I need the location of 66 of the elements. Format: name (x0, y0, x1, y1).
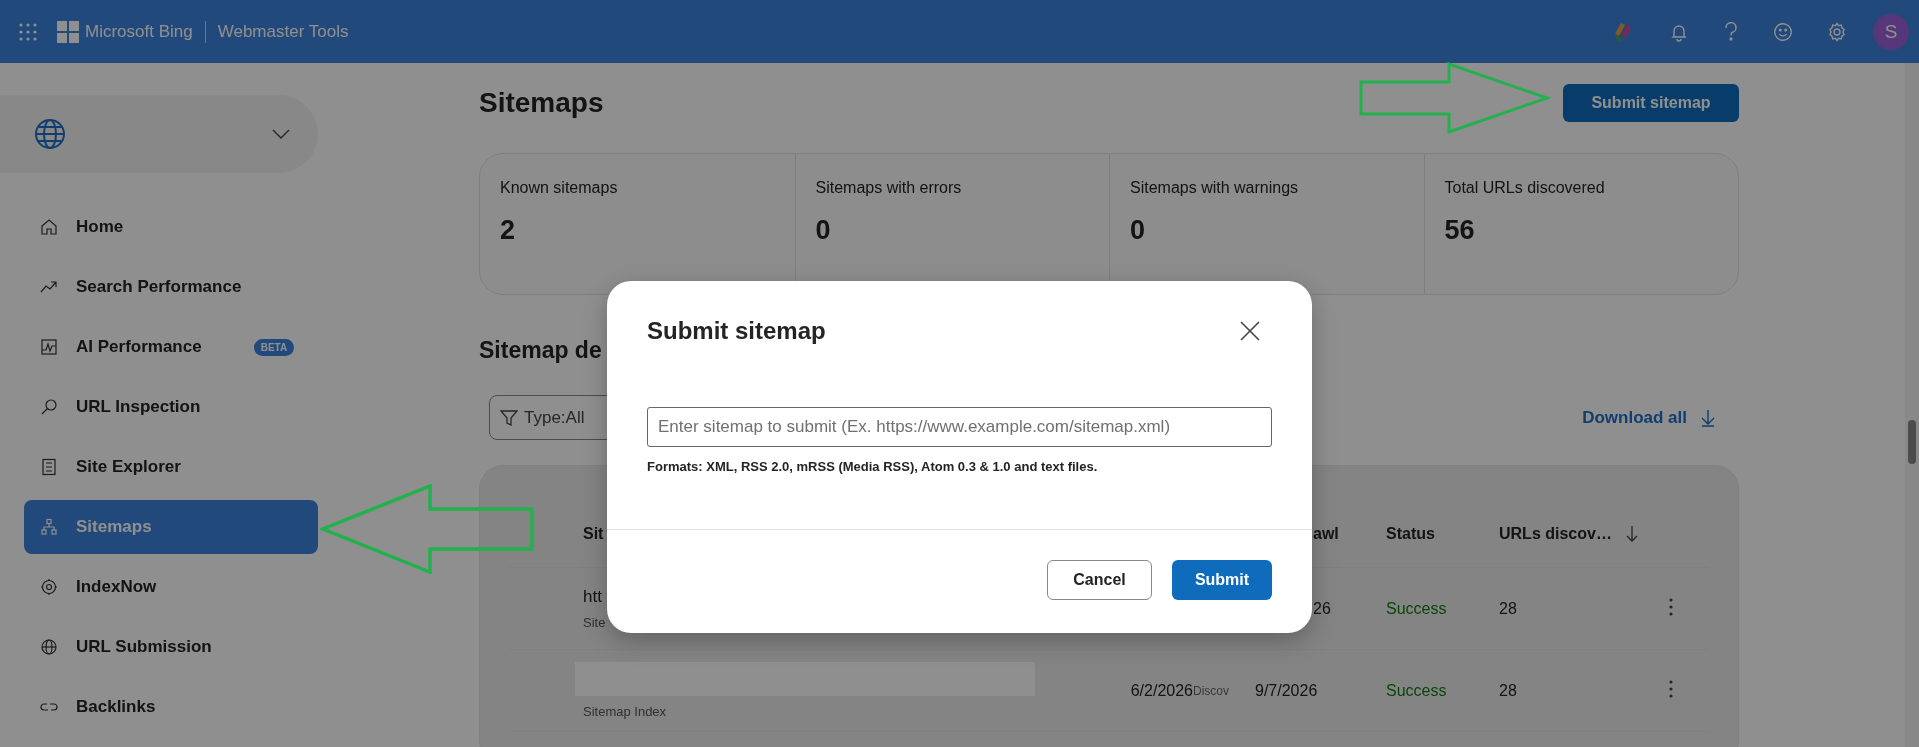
column-header[interactable]: awl (1313, 524, 1339, 543)
table-cell: 26 (1313, 599, 1331, 617)
tree-icon (40, 518, 58, 536)
stat-label: Known sitemaps (500, 179, 619, 197)
app-launcher-icon[interactable] (19, 22, 37, 41)
more-options-icon[interactable] (1669, 597, 1673, 616)
sidebar-item[interactable]: Site Explorer (24, 440, 318, 494)
smiley-icon[interactable] (1773, 21, 1793, 42)
stat-label: Sitemaps with errors (815, 179, 963, 197)
scrollbar[interactable] (1905, 63, 1919, 747)
stat-value: 56 (1444, 215, 1476, 246)
filter-icon (500, 408, 518, 427)
column-header[interactable]: Status (1386, 524, 1435, 543)
table-cell: 6/2/2026 (1130, 681, 1193, 699)
gear-icon (40, 578, 58, 596)
globe-icon (34, 118, 66, 150)
more-options-icon[interactable] (1669, 679, 1673, 698)
table-cell: 9/7/2026 (1255, 681, 1318, 699)
stat-value: 0 (1130, 215, 1147, 246)
stat-value: 0 (815, 215, 832, 246)
page-title: Sitemaps (479, 87, 604, 119)
cancel-button[interactable]: Cancel (1047, 560, 1152, 600)
submit-sitemap-button[interactable]: Submit sitemap (1563, 84, 1739, 122)
sidebar-item[interactable]: Home (24, 200, 318, 254)
globe-icon (40, 638, 58, 656)
beta-badge: BETA (253, 338, 295, 356)
logo-icon (57, 20, 79, 43)
search-icon (40, 398, 58, 416)
column-header[interactable]: Sit (583, 524, 604, 543)
sidebar-item[interactable]: Search Performance (24, 260, 318, 314)
download-all-link[interactable]: Download all (1582, 407, 1715, 428)
status-text: Success (1386, 681, 1447, 699)
sidebar-item[interactable]: Backlinks (24, 680, 318, 734)
sort-descending-icon[interactable] (1625, 524, 1638, 543)
table-cell: Discov (1193, 683, 1229, 698)
product-name[interactable]: Webmaster Tools (217, 21, 349, 42)
settings-icon[interactable] (1827, 21, 1847, 42)
stat-value: 2 (500, 215, 517, 246)
sitemap-type: Sitemap Index (583, 704, 668, 719)
stat-label: Total URLs discovered (1444, 179, 1606, 197)
sidebar-item[interactable]: URL Submission (24, 620, 318, 674)
home-icon (40, 218, 58, 236)
sidebar-item[interactable]: AI Performance BETA (24, 320, 318, 374)
help-icon[interactable] (1723, 21, 1739, 42)
status-text: Success (1386, 599, 1447, 617)
sidebar-item[interactable]: IndexNow (24, 560, 318, 614)
formats-hint: Formats: XML, RSS 2.0, mRSS (Media RSS), Atom 0.3 & 1.0 and text files. (647, 459, 1099, 474)
table-cell: 28 (1499, 681, 1517, 699)
list-icon (40, 458, 58, 476)
chart-icon (40, 338, 58, 356)
submit-button[interactable]: Submit (1172, 560, 1272, 600)
avatar[interactable]: S (1873, 13, 1909, 50)
download-icon (1701, 408, 1715, 427)
sidebar-item[interactable]: URL Inspection (24, 380, 318, 434)
chevron-down-icon (272, 129, 290, 139)
site-selector[interactable] (0, 95, 318, 173)
section-heading: Sitemap de (479, 336, 603, 365)
dialog-title: Submit sitemap (647, 317, 826, 345)
brand-name: Microsoft Bing (85, 21, 193, 42)
close-icon[interactable] (1240, 321, 1260, 341)
sidebar-item[interactable]: Sitemaps (24, 500, 318, 554)
sitemap-type: Site (583, 615, 607, 630)
stat-label: Sitemaps with warnings (1130, 179, 1300, 197)
table-cell: 28 (1499, 599, 1517, 617)
sitemap-url-field[interactable]: Enter sitemap to submit (Ex. https://www.example.com/sitemap.xml) (647, 407, 1272, 447)
column-header[interactable]: URLs discov… (1499, 524, 1612, 543)
